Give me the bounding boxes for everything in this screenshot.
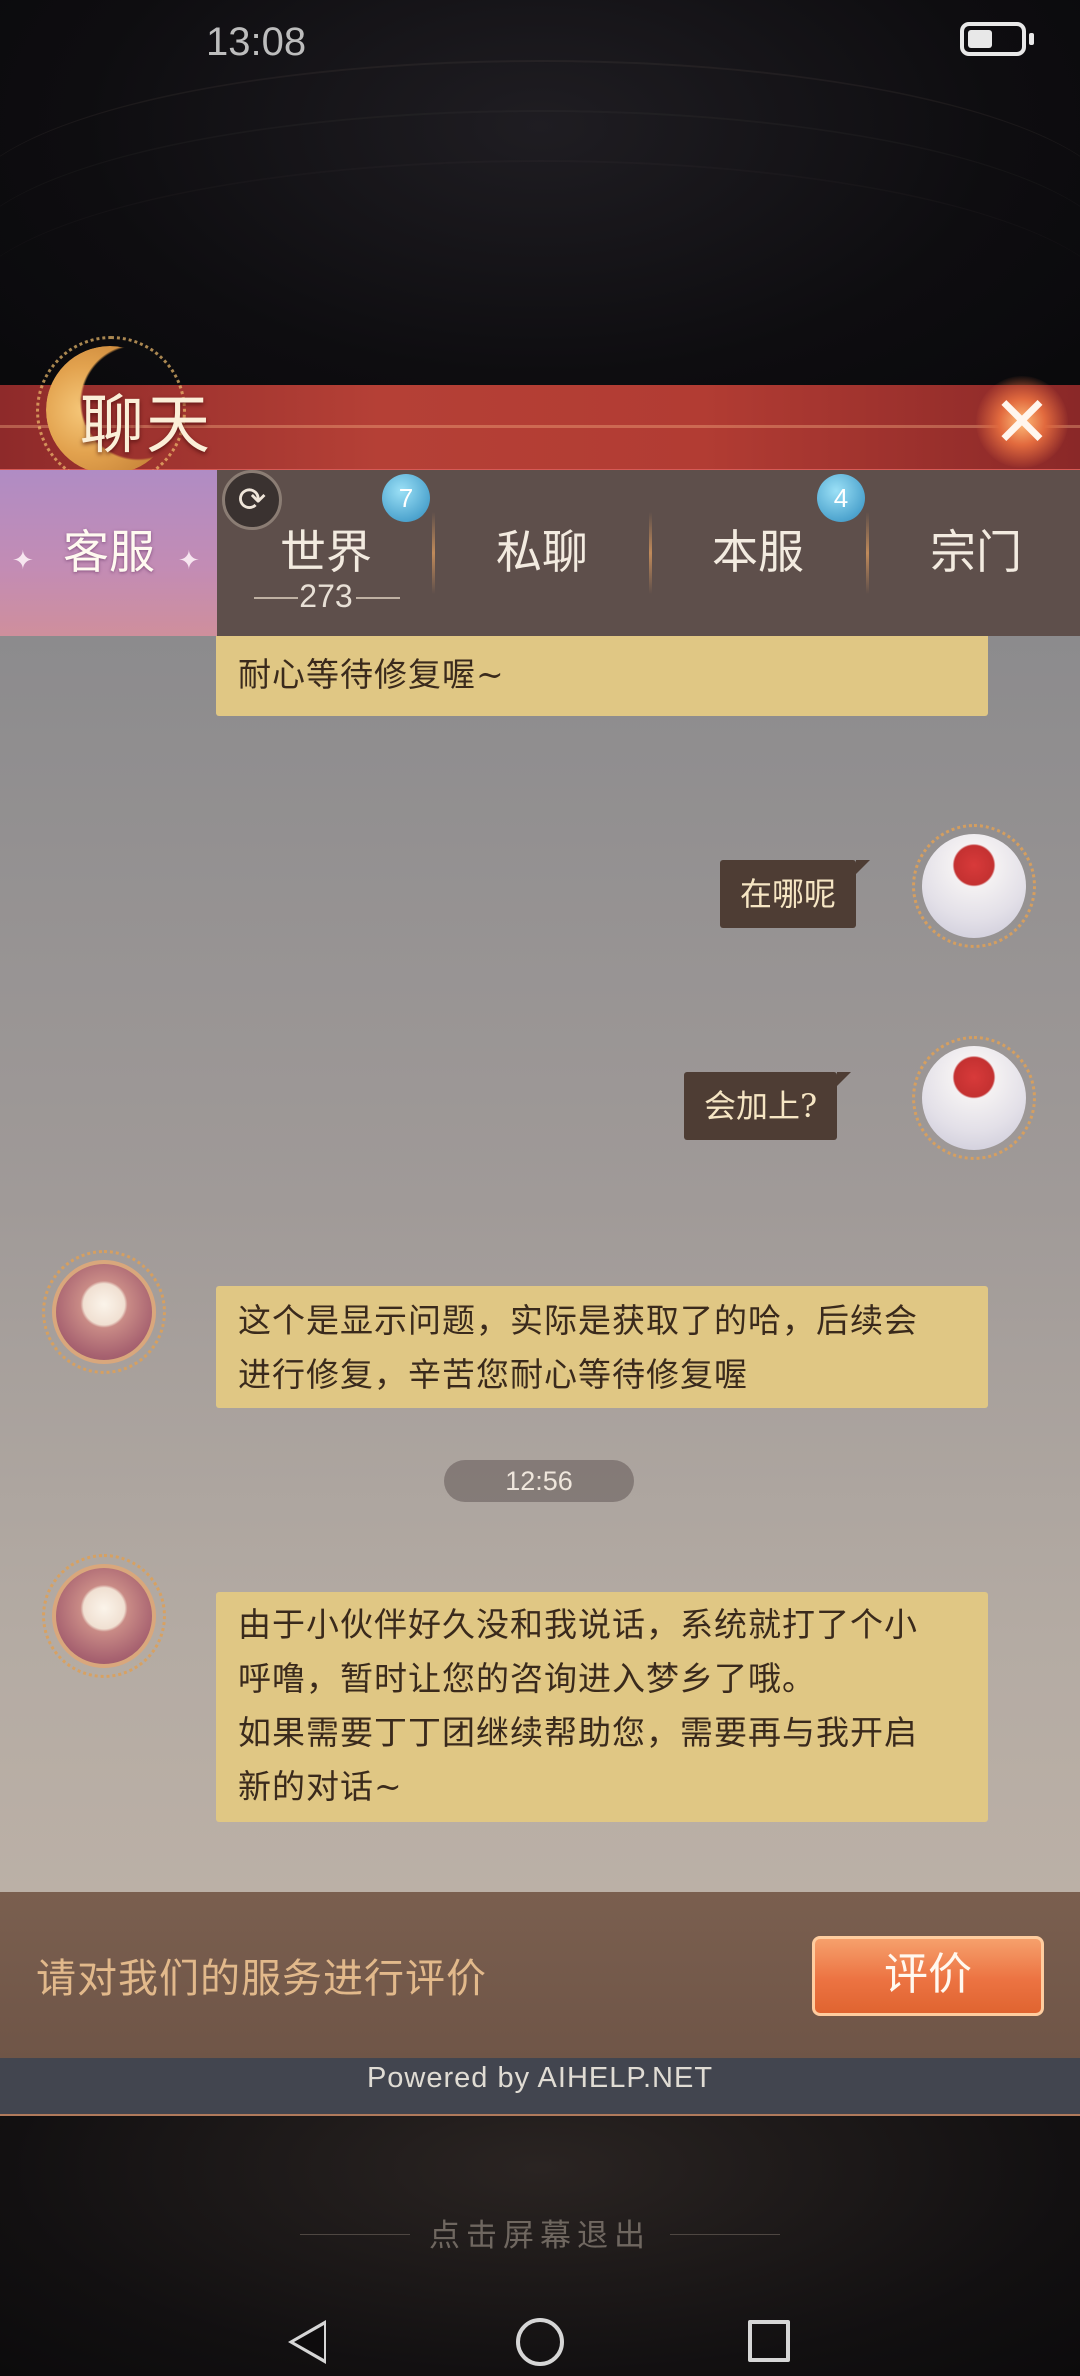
tab-label-customer-service[interactable]: 客服 — [40, 520, 178, 584]
timestamp-pill: 12:56 — [444, 1460, 634, 1502]
user-message: 会加上? — [684, 1072, 852, 1140]
tab-divider — [432, 512, 435, 594]
cs-message: 耐心等待修复喔~ — [216, 636, 988, 716]
world-unread-badge: 7 — [382, 474, 430, 522]
world-online-count: 273 — [299, 578, 353, 614]
page-title: 聊天 — [80, 389, 212, 463]
close-icon: ✕ — [992, 381, 1052, 463]
user-avatar[interactable] — [912, 824, 1036, 948]
user-avatar[interactable] — [912, 1036, 1036, 1160]
tab-world[interactable]: 世界 — [236, 520, 416, 584]
tab-divider — [866, 512, 869, 594]
tab-private[interactable]: 私聊 — [452, 520, 632, 584]
exit-hint[interactable]: 点击屏幕退出 — [0, 2210, 1080, 2255]
message-line: 呼噜，暂时让您的咨询进入梦乡了哦。 — [238, 1659, 816, 1698]
rating-prompt: 请对我们的服务进行评价 — [36, 1956, 487, 2002]
user-message: 在哪呢 — [720, 860, 871, 928]
home-nav-icon[interactable] — [516, 2318, 564, 2366]
cs-avatar[interactable] — [42, 1554, 166, 1678]
message-text: 在哪呢 — [740, 875, 837, 913]
diamond-icon: ✦ — [12, 546, 34, 576]
refresh-button[interactable]: ⟳ — [222, 470, 282, 530]
cs-avatar[interactable] — [42, 1250, 166, 1374]
battery-icon — [960, 22, 1034, 56]
message-line: 由于小伙伴好久没和我说话，系统就打了个小 — [238, 1605, 918, 1644]
cs-message: 这个是显示问题，实际是获取了的哈，后续会 进行修复，辛苦您耐心等待修复喔 — [216, 1286, 988, 1408]
back-nav-icon-inner — [294, 2325, 324, 2359]
close-button[interactable]: ✕ — [976, 376, 1068, 468]
message-line: 进行修复，辛苦您耐心等待修复喔 — [238, 1355, 748, 1394]
message-line: 新的对话~ — [238, 1767, 403, 1806]
status-time: 13:08 — [206, 20, 307, 64]
chat-messages[interactable]: 耐心等待修复喔~ 在哪呢 会加上? 这个是显示问题，实际是获取了的哈，后续会 进… — [0, 636, 1080, 1892]
tab-divider — [649, 512, 652, 594]
refresh-icon: ⟳ — [237, 480, 267, 520]
message-text: 会加上? — [704, 1087, 818, 1125]
message-line: 这个是显示问题，实际是获取了的哈，后续会 — [238, 1301, 918, 1340]
message-text: 耐心等待修复喔~ — [238, 655, 505, 694]
powered-by-text: Powered by AIHELP.NET — [366, 2062, 714, 2094]
cs-message: 由于小伙伴好久没和我说话，系统就打了个小 呼噜，暂时让您的咨询进入梦乡了哦。 如… — [216, 1592, 988, 1822]
rate-button[interactable]: 评价 — [812, 1936, 1044, 2016]
tab-sect[interactable]: 宗门 — [886, 520, 1066, 584]
message-line: 如果需要丁丁团继续帮助您，需要再与我开启 — [238, 1713, 918, 1752]
recent-apps-icon[interactable] — [748, 2320, 790, 2362]
tab-server[interactable]: 本服 — [668, 520, 848, 584]
diamond-icon: ✦ — [178, 546, 200, 576]
server-unread-badge: 4 — [817, 474, 865, 522]
